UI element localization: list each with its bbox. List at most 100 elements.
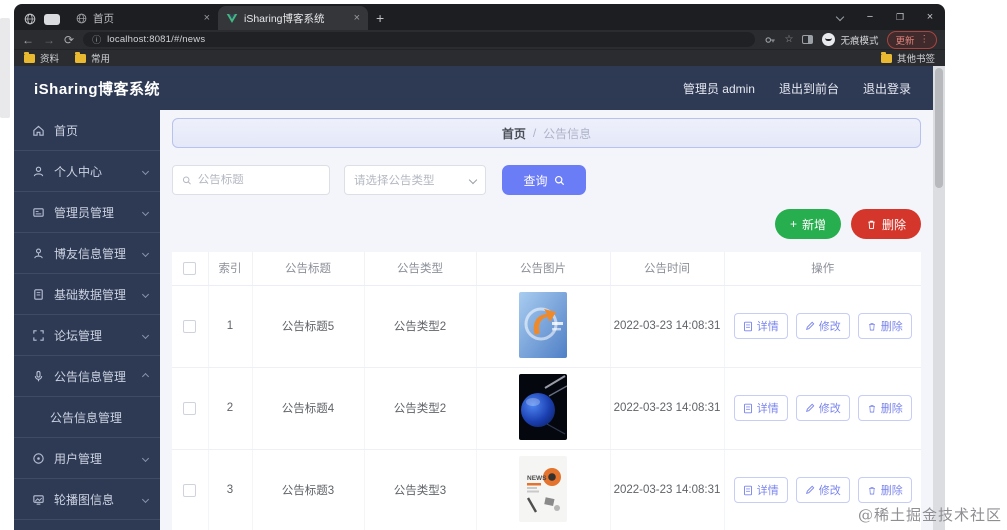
row-delete-button[interactable]: 删除 [857,477,912,503]
add-button[interactable]: + 新增 [774,209,841,239]
edit-button[interactable]: 修改 [795,477,850,503]
cell-index: 2 [208,367,253,450]
sidebar-item-carousel[interactable]: 轮播图信息 [14,479,160,520]
detail-button[interactable]: 详情 [733,313,788,339]
tab-strip: 首页 × iSharing博客系统 × + − ❐ × [14,4,945,30]
update-label: 更新 [895,35,915,47]
sidebar-subitem-announcement-info[interactable]: 公告信息管理 [14,397,160,438]
query-label: 查询 [523,173,548,188]
incognito-icon [822,33,836,46]
bookmark-label: 其他书签 [896,54,935,65]
sidebar-item-admin-management[interactable]: 管理员管理 [14,192,160,233]
exit-to-front-link[interactable]: 退出到前台 [779,80,839,97]
password-key-icon[interactable] [764,34,776,46]
row-delete-label: 删除 [880,403,903,415]
row-checkbox[interactable] [183,319,197,333]
microphone-icon [34,370,43,381]
table-row: 3 公告标题3 公告类型3 NEWS 2022-03-23 14:08:31 详… [172,449,921,530]
sidebar-item-personal-center[interactable]: 个人中心 [14,151,160,192]
scrollbar-thumb[interactable] [935,68,943,188]
tab-home[interactable]: 首页 × [68,6,218,30]
title-search-field[interactable] [172,165,330,195]
tab-isharing[interactable]: iSharing博客系统 × [218,6,368,30]
detail-button[interactable]: 详情 [733,395,788,421]
minimize-button[interactable]: − [855,11,885,23]
site-info-icon[interactable]: ⓘ [92,33,101,46]
edit-button[interactable]: 修改 [795,395,850,421]
type-select[interactable]: 请选择公告类型 [344,165,486,195]
main-content: 首页 / 公告信息 公告标题 请选择公告类型 查询 + 新增 删除 索引 公告标… [160,110,933,530]
edit-button[interactable]: 修改 [795,313,850,339]
sidebar-item-blogger-info[interactable]: 博友信息管理 [14,233,160,274]
edit-label: 修改 [818,403,841,415]
tab-search-chevron[interactable] [825,11,855,23]
plus-icon: + [789,217,797,231]
bookmark-folder-changyong[interactable]: 常用 [75,51,110,65]
home-icon [33,125,44,136]
cell-index: 1 [208,285,253,368]
close-button[interactable]: × [915,11,945,23]
window-controls: − ❐ × [825,4,945,30]
sidebar-item-label: 管理员管理 [54,205,115,220]
row-checkbox[interactable] [183,483,197,497]
column-type: 公告类型 [364,252,477,286]
image-icon [33,494,44,505]
cell-title: 公告标题3 [252,449,365,530]
bookmark-star-icon[interactable]: ☆ [785,34,794,45]
select-all-checkbox[interactable] [183,261,197,275]
chevron-down-icon [141,167,150,175]
query-button[interactable]: 查询 [502,165,586,195]
juejin-watermark: @稀土掘金技术社区 [857,506,1002,524]
cell-type: 公告类型2 [364,367,477,450]
chrome-update-chip[interactable]: 更新 ⋮ [887,30,937,49]
table-row: 1 公告标题5 公告类型2 2022-03-23 14:08:31 详情 修改 … [172,285,921,368]
detail-doc-icon [743,403,752,413]
sidebar-item-home[interactable]: 首页 [14,110,160,151]
side-panel-icon[interactable] [802,35,814,44]
sidebar-item-label: 基础数据管理 [54,287,127,302]
sidebar-item-label: 个人中心 [54,164,103,179]
sidebar-item-base-data[interactable]: 基础数据管理 [14,274,160,315]
svg-text:NEWS: NEWS [527,475,547,482]
other-bookmarks[interactable]: 其他书签 [880,51,935,65]
trash-icon [868,404,875,412]
new-tab-button[interactable]: + [368,10,394,30]
bookmark-folder-ziliao[interactable]: 资料 [24,51,59,65]
maximize-button[interactable]: ❐ [885,12,915,23]
row-delete-button[interactable]: 删除 [857,313,912,339]
row-delete-label: 删除 [880,485,903,497]
tab-close-icon[interactable]: × [354,12,360,24]
address-bar[interactable]: ⓘ localhost:8081/#/news [83,32,755,47]
row-delete-button[interactable]: 删除 [857,395,912,421]
url-text: localhost:8081/#/news [107,34,206,45]
delete-button[interactable]: 删除 [850,209,921,239]
page-scrollbar[interactable] [933,66,945,530]
globe-icon[interactable] [24,13,36,25]
tab-group-icon[interactable] [44,13,60,25]
forward-button[interactable]: → [43,34,55,46]
sidebar-item-label: 轮播图信息 [54,492,115,507]
sidebar-item-user-management[interactable]: 用户管理 [14,438,160,479]
search-input[interactable] [197,174,320,186]
detail-button[interactable]: 详情 [733,477,788,503]
chevron-down-icon [141,208,150,216]
breadcrumb-separator: / [532,126,537,140]
bookmark-label: 常用 [91,54,111,65]
row-checkbox[interactable] [183,401,197,415]
sidebar-item-forum[interactable]: 论坛管理 [14,315,160,356]
tab-close-icon[interactable]: × [204,12,210,24]
detail-doc-icon [743,485,752,495]
edit-label: 修改 [818,485,841,497]
add-label: 新增 [801,217,826,232]
sidebar-item-announcement[interactable]: 公告信息管理 [14,356,160,397]
incognito-label: 无痕模式 [840,35,879,47]
sidebar-item-label: 博友信息管理 [54,246,127,261]
announcements-table: 索引 公告标题 公告类型 公告图片 公告时间 操作 1 公告标题5 公告类型2 … [172,252,921,530]
refresh-button[interactable]: ⟳ [64,34,74,46]
app-header: iSharing博客系统 管理员 admin 退出到前台 退出登录 [14,66,933,110]
back-button[interactable]: ← [22,34,34,46]
logout-link[interactable]: 退出登录 [863,80,911,97]
browser-menu-icon[interactable]: ⋮ [920,34,930,45]
breadcrumb-home[interactable]: 首页 [502,125,526,142]
trash-icon [868,322,875,330]
